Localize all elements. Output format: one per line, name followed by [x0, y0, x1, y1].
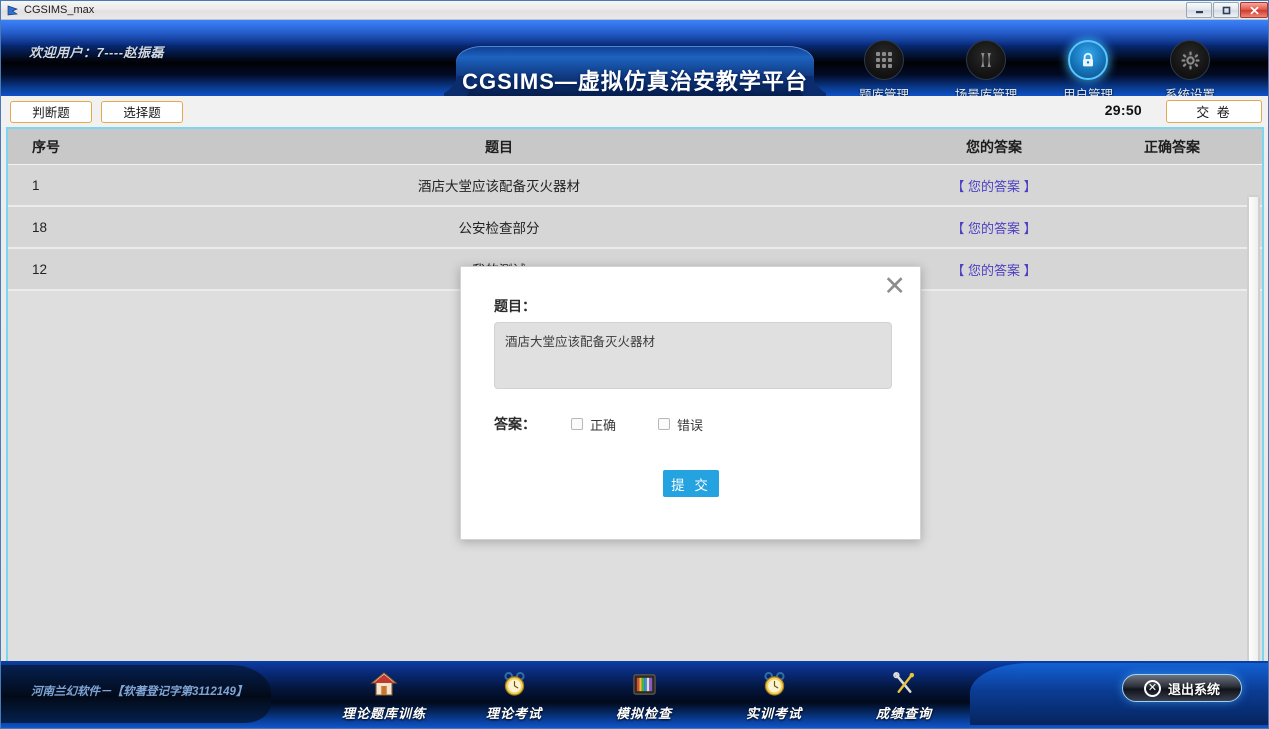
row-no: 18: [8, 220, 92, 235]
tab-true-false[interactable]: 判断题: [10, 101, 92, 123]
app-footer: 河南兰幻软件－【软著登记字第3112149】 理论题库训练: [1, 661, 1269, 728]
answer-option-true[interactable]: 正确: [571, 415, 616, 434]
window-controls: [1186, 2, 1268, 18]
row-question: 酒店大堂应该配备灭火器材: [92, 175, 906, 195]
your-answer-link-text: 【 您的答案 】: [951, 263, 1036, 278]
checkbox-icon[interactable]: [571, 418, 583, 430]
exam-toolbar: 判断题 选择题 29:50 交 卷: [1, 96, 1269, 127]
row-your-answer-link[interactable]: 【 您的答案 】: [906, 260, 1082, 279]
grid-icon: [864, 40, 904, 80]
clock-icon: [449, 669, 579, 699]
close-icon[interactable]: ✕: [883, 273, 906, 300]
column-header-no: 序号: [8, 137, 92, 157]
app-icon: [6, 4, 19, 17]
footer-nav-label: 成绩查询: [839, 703, 969, 722]
footer-nav-label: 理论考试: [449, 703, 579, 722]
footer-nav-label: 理论题库训练: [319, 703, 449, 722]
answer-option-label: 正确: [590, 415, 616, 434]
exam-timer: 29:50: [1105, 102, 1142, 118]
question-edit-dialog: ✕ 题目： 答案： 正确 错误 提 交: [460, 266, 921, 540]
footer-nav-item-theory-training[interactable]: 理论题库训练: [319, 669, 449, 722]
gear-icon: [1170, 40, 1210, 80]
header-nav-item-scene-library[interactable]: 场景库管理: [935, 40, 1037, 96]
app-header: 欢迎用户：7----赵振磊 CGSIMS—虚拟仿真治安教学平台 题库管理 场景库…: [1, 20, 1269, 96]
page-title: CGSIMS—虚拟仿真治安教学平台: [456, 64, 814, 96]
header-nav-label: 场景库管理: [935, 84, 1037, 96]
tv-icon: [579, 669, 709, 699]
header-nav-item-question-bank[interactable]: 题库管理: [833, 40, 935, 96]
row-your-answer-link[interactable]: 【 您的答案 】: [906, 176, 1082, 195]
tools-icon: [839, 669, 969, 699]
footer-nav-item-simulated-inspection[interactable]: 模拟检查: [579, 669, 709, 722]
submit-exam-button[interactable]: 交 卷: [1166, 100, 1262, 123]
answer-option-false[interactable]: 错误: [658, 415, 703, 434]
footer-nav-item-score-query[interactable]: 成绩查询: [839, 669, 969, 722]
row-your-answer-link[interactable]: 【 您的答案 】: [906, 218, 1082, 237]
row-question: 公安检查部分: [92, 217, 906, 237]
your-answer-link-text: 【 您的答案 】: [951, 221, 1036, 236]
vertical-scrollbar[interactable]: [1247, 195, 1260, 661]
welcome-user-text: 欢迎用户：7----赵振磊: [29, 42, 164, 61]
answer-field-label: 答案：: [494, 414, 536, 434]
lock-icon: [1068, 40, 1108, 80]
header-nav: 题库管理 场景库管理: [833, 40, 1241, 96]
answer-option-label: 错误: [677, 415, 703, 434]
header-nav-label: 系统设置: [1139, 84, 1241, 96]
column-header-question: 题目: [92, 137, 906, 157]
row-no: 12: [8, 262, 92, 277]
row-no: 1: [8, 178, 92, 193]
header-nav-item-system-settings[interactable]: 系统设置: [1139, 40, 1241, 96]
modal-submit-button[interactable]: 提 交: [663, 470, 719, 497]
column-header-correct-answer: 正确答案: [1082, 137, 1262, 157]
header-nav-item-user-management[interactable]: 用户管理: [1037, 40, 1139, 96]
application-window: CGSIMS_max 欢迎用户：7----赵振磊 CGSIMS—虚拟仿真治安教学…: [0, 0, 1269, 729]
footer-nav: 理论题库训练 理论考试: [319, 669, 969, 722]
curtain-icon: [966, 40, 1006, 80]
window-title: CGSIMS_max: [24, 4, 94, 16]
question-field-label: 题目：: [494, 296, 536, 316]
table-row[interactable]: 18 公安检查部分 【 您的答案 】: [8, 207, 1262, 249]
home-icon: [319, 669, 449, 699]
table-header: 序号 题目 您的答案 正确答案: [8, 129, 1262, 165]
window-titlebar: CGSIMS_max: [1, 1, 1269, 20]
clock-icon: [709, 669, 839, 699]
exit-system-button[interactable]: ✕ 退出系统: [1122, 674, 1242, 702]
close-button[interactable]: [1240, 2, 1268, 18]
minimize-button[interactable]: [1186, 2, 1212, 18]
tab-multiple-choice[interactable]: 选择题: [101, 101, 183, 123]
footer-nav-item-practical-exam[interactable]: 实训考试: [709, 669, 839, 722]
question-textarea[interactable]: [494, 322, 892, 389]
table-row[interactable]: 1 酒店大堂应该配备灭火器材 【 您的答案 】: [8, 165, 1262, 207]
maximize-button[interactable]: [1213, 2, 1239, 18]
close-circle-icon: ✕: [1144, 680, 1161, 697]
copyright-text: 河南兰幻软件－【软著登记字第3112149】: [31, 683, 247, 699]
column-header-your-answer: 您的答案: [906, 137, 1082, 157]
answer-options-row: 答案： 正确 错误: [494, 414, 745, 434]
exit-system-label: 退出系统: [1168, 679, 1220, 698]
footer-nav-label: 实训考试: [709, 703, 839, 722]
scrollbar-thumb[interactable]: [1248, 196, 1259, 661]
footer-nav-label: 模拟检查: [579, 703, 709, 722]
your-answer-link-text: 【 您的答案 】: [951, 179, 1036, 194]
header-nav-label: 题库管理: [833, 84, 935, 96]
checkbox-icon[interactable]: [658, 418, 670, 430]
footer-nav-item-theory-exam[interactable]: 理论考试: [449, 669, 579, 722]
header-nav-label: 用户管理: [1037, 84, 1139, 96]
